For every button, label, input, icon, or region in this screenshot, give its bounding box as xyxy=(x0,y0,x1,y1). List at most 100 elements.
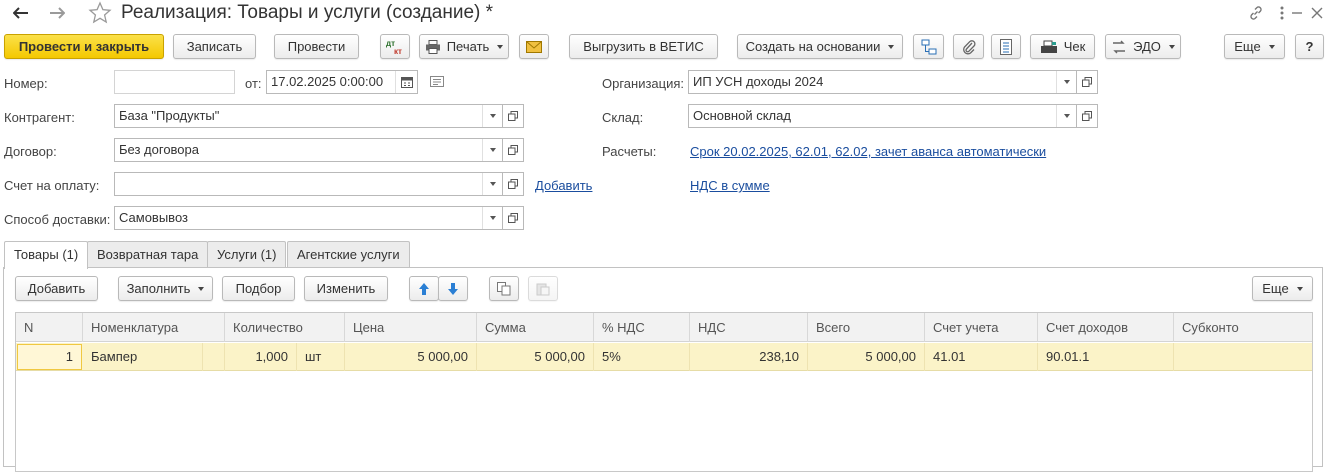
cell-price[interactable]: 5 000,00 xyxy=(345,343,477,371)
contract-field[interactable]: Без договора xyxy=(114,138,503,162)
export-vetis-button[interactable]: Выгрузить в ВЕТИС xyxy=(569,34,718,59)
cell-total[interactable]: 5 000,00 xyxy=(808,343,925,371)
calendar-icon xyxy=(400,77,413,88)
table-more-button[interactable]: Еще xyxy=(1252,276,1313,301)
move-up-button[interactable] xyxy=(409,276,439,301)
structure-button[interactable] xyxy=(913,34,944,59)
cell-n[interactable]: 1 xyxy=(17,344,82,370)
calendar-button[interactable] xyxy=(395,71,417,93)
receipt-label: Чек xyxy=(1063,39,1086,54)
organization-value: ИП УСН доходы 2024 xyxy=(693,74,824,89)
organization-dropdown-button[interactable] xyxy=(1056,71,1076,93)
move-down-button[interactable] xyxy=(438,276,468,301)
post-and-close-button[interactable]: Провести и закрыть xyxy=(4,34,164,59)
selection-button[interactable]: Подбор xyxy=(222,276,295,301)
column-header-total[interactable]: Всего xyxy=(808,313,925,342)
counterparty-open-button[interactable] xyxy=(503,104,524,128)
column-header-sum[interactable]: Сумма xyxy=(477,313,594,342)
warehouse-open-button[interactable] xyxy=(1077,104,1098,128)
organization-field[interactable]: ИП УСН доходы 2024 xyxy=(688,70,1077,94)
column-header-subconto[interactable]: Субконто xyxy=(1174,313,1312,342)
more-actions-label: Еще xyxy=(1234,39,1261,54)
help-label: ? xyxy=(1305,39,1314,54)
organization-open-button[interactable] xyxy=(1077,70,1098,94)
date-field[interactable]: 17.02.2025 0:00:00 xyxy=(266,70,418,94)
date-label: от: xyxy=(245,76,262,91)
table-row[interactable]: 1 Бампер 1,000 шт 5 000,00 5 000,00 5% 2… xyxy=(16,343,1312,371)
counterparty-dropdown-button[interactable] xyxy=(482,105,502,127)
cell-unit[interactable]: шт xyxy=(297,343,345,371)
column-header-quantity[interactable]: Количество xyxy=(225,313,345,342)
column-header-income-account[interactable]: Счет доходов xyxy=(1038,313,1174,342)
help-button[interactable]: ? xyxy=(1295,34,1324,59)
back-button[interactable] xyxy=(4,1,37,25)
minimize-icon[interactable] xyxy=(1288,4,1306,22)
tab-returnable-containers[interactable]: Возвратная тара xyxy=(87,241,209,268)
column-header-vat[interactable]: НДС xyxy=(690,313,808,342)
tab-services[interactable]: Услуги (1) xyxy=(207,241,287,268)
invoice-field[interactable] xyxy=(114,172,503,196)
cell-quantity[interactable]: 1,000 xyxy=(225,343,297,371)
column-header-item[interactable]: Номенклатура xyxy=(83,313,225,342)
post-and-close-label: Провести и закрыть xyxy=(18,39,150,54)
email-button[interactable] xyxy=(519,34,549,59)
contract-dropdown-button[interactable] xyxy=(482,139,502,161)
copy-icon xyxy=(497,281,511,295)
column-header-n[interactable]: N xyxy=(16,313,83,342)
copy-row-button[interactable] xyxy=(489,276,519,301)
cell-vat-rate[interactable]: 5% xyxy=(594,343,690,371)
more-actions-button[interactable]: Еще xyxy=(1224,34,1285,59)
column-header-price[interactable]: Цена xyxy=(345,313,477,342)
warehouse-dropdown-button[interactable] xyxy=(1056,105,1076,127)
number-field[interactable] xyxy=(114,70,235,94)
invoice-add-link[interactable]: Добавить xyxy=(535,178,592,193)
attachments-button[interactable] xyxy=(953,34,984,59)
favorite-star-icon[interactable] xyxy=(88,1,112,25)
cell-item[interactable]: Бампер xyxy=(83,343,203,371)
table-header: N Номенклатура Количество Цена Сумма % Н… xyxy=(16,313,1312,342)
delivery-open-button[interactable] xyxy=(503,206,524,230)
cell-account[interactable]: 41.01 xyxy=(925,343,1038,371)
cell-income-account[interactable]: 90.01.1 xyxy=(1038,343,1174,371)
cell-sum[interactable]: 5 000,00 xyxy=(477,343,594,371)
debit-credit-button[interactable]: дт кт xyxy=(380,34,410,59)
tab-agent-services[interactable]: Агентские услуги xyxy=(287,241,410,268)
document-button[interactable] xyxy=(991,34,1021,59)
contract-open-button[interactable] xyxy=(503,138,524,162)
invoice-dropdown-button[interactable] xyxy=(482,173,502,195)
contract-value: Без договора xyxy=(119,142,199,157)
tab-goods[interactable]: Товары (1) xyxy=(4,241,89,269)
goods-table[interactable]: N Номенклатура Количество Цена Сумма % Н… xyxy=(15,312,1313,472)
export-vetis-label: Выгрузить в ВЕТИС xyxy=(583,39,704,54)
invoice-open-button[interactable] xyxy=(503,172,524,196)
comment-icon[interactable] xyxy=(430,76,444,88)
svg-text:кт: кт xyxy=(394,47,402,56)
delivery-field[interactable]: Самовывоз xyxy=(114,206,503,230)
cell-item-extra[interactable] xyxy=(203,343,225,371)
arrow-up-icon xyxy=(419,282,429,295)
window-title: Реализация: Товары и услуги (создание) * xyxy=(121,2,494,23)
delivery-dropdown-button[interactable] xyxy=(482,207,502,229)
edo-button[interactable]: ЭДО xyxy=(1105,34,1181,59)
column-header-vat-rate[interactable]: % НДС xyxy=(594,313,690,342)
change-button[interactable]: Изменить xyxy=(304,276,388,301)
cell-vat[interactable]: 238,10 xyxy=(690,343,808,371)
counterparty-field[interactable]: База "Продукты" xyxy=(114,104,503,128)
fill-button[interactable]: Заполнить xyxy=(118,276,213,301)
chevron-down-icon xyxy=(1168,44,1175,49)
post-button[interactable]: Провести xyxy=(274,34,359,59)
save-button[interactable]: Записать xyxy=(173,34,256,59)
close-icon[interactable] xyxy=(1308,4,1326,22)
link-icon[interactable] xyxy=(1247,4,1265,22)
forward-button[interactable] xyxy=(40,1,73,25)
settlements-link[interactable]: Срок 20.02.2025, 62.01, 62.02, зачет ава… xyxy=(690,144,1046,159)
vat-in-sum-link[interactable]: НДС в сумме xyxy=(690,178,770,193)
column-header-account[interactable]: Счет учета xyxy=(925,313,1038,342)
warehouse-field[interactable]: Основной склад xyxy=(688,104,1077,128)
receipt-button[interactable]: Чек xyxy=(1030,34,1095,59)
cell-subconto[interactable] xyxy=(1174,343,1312,371)
paste-row-button[interactable] xyxy=(528,276,558,301)
create-based-on-button[interactable]: Создать на основании xyxy=(737,34,903,59)
add-row-button[interactable]: Добавить xyxy=(15,276,98,301)
print-button[interactable]: Печать xyxy=(419,34,509,59)
